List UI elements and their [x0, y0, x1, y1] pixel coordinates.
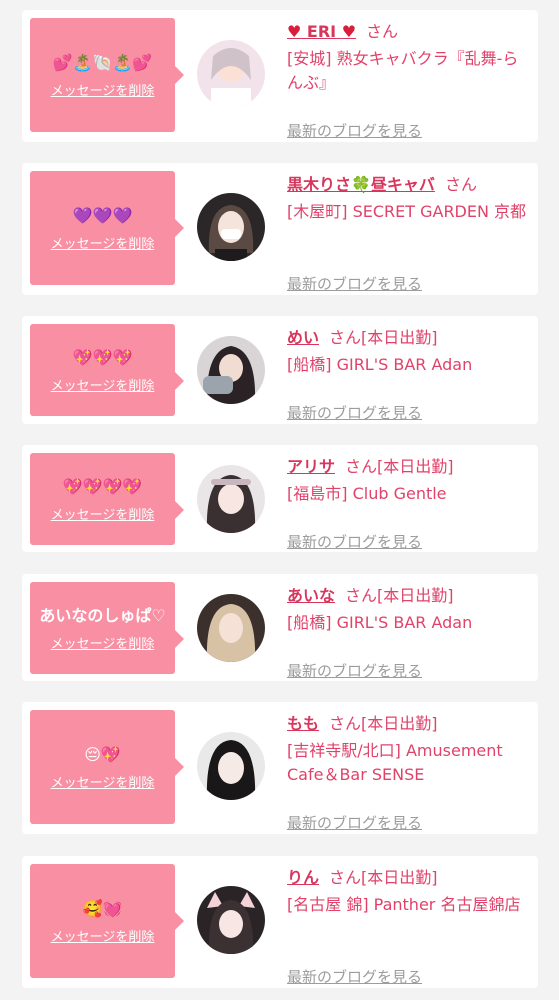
message-card: 💖💖💖💖 メッセージを削除 アリサ さん[本日出勤] [福島市] Club Gen… [22, 445, 538, 552]
name-row: ♥ ERI ♥ さん [287, 20, 532, 44]
status-badge: [本日出勤] [361, 714, 438, 733]
delete-message-link[interactable]: メッセージを削除 [51, 772, 155, 791]
avatar[interactable] [197, 40, 265, 108]
delete-message-link[interactable]: メッセージを削除 [51, 375, 155, 394]
message-text: 😔💖 [84, 744, 121, 764]
message-text: 🥰💓 [82, 898, 123, 918]
honorific: さん [366, 22, 399, 41]
message-bubble: 💖💖💖💖 メッセージを削除 [30, 453, 184, 545]
message-list: 💕🏝️🐚🏝️💕 メッセージを削除 ♥ ERI ♥ さん [安城] 熟女キャバクラ『… [0, 0, 559, 1000]
message-text: 💜💜💜 [72, 205, 133, 225]
name-row: りん さん[本日出勤] [287, 866, 532, 890]
avatar[interactable] [197, 732, 265, 800]
status-badge: [本日出勤] [377, 586, 454, 605]
card-info: 黒木りさ🍀昼キャバ さん [木屋町] SECRET GARDEN 京都 最新のブロ… [287, 173, 532, 293]
avatar[interactable] [197, 336, 265, 404]
member-name-link[interactable]: 黒木りさ🍀昼キャバ [287, 175, 435, 194]
shop-name: [安城] 熟女キャバクラ『乱舞-らんぶ』 [287, 49, 519, 92]
latest-blog-link[interactable]: 最新のブログを見る [287, 660, 422, 681]
card-info: ♥ ERI ♥ さん [安城] 熟女キャバクラ『乱舞-らんぶ』 最新のブログを見る [287, 20, 532, 140]
member-name-link[interactable]: アリサ [287, 457, 335, 476]
latest-blog-link[interactable]: 最新のブログを見る [287, 273, 422, 294]
shop-name: [吉祥寺駅/北口] Amusement Cafe＆Bar SENSE [287, 741, 503, 784]
latest-blog-link[interactable]: 最新のブログを見る [287, 402, 422, 423]
message-card: あいなのしゅぱ♡ メッセージを削除 あいな さん[本日出勤] [船橋] GIRL'… [22, 574, 538, 681]
avatar[interactable] [197, 594, 265, 662]
message-bubble: あいなのしゅぱ♡ メッセージを削除 [30, 582, 184, 674]
heart-icon: ♥ [341, 22, 357, 41]
latest-blog-link[interactable]: 最新のブログを見る [287, 120, 422, 141]
member-name-link[interactable]: りん [287, 868, 319, 887]
avatar[interactable] [197, 886, 265, 954]
message-card: 💜💜💜 メッセージを削除 黒木りさ🍀昼キャバ さん [木屋町] SECRET GA… [22, 163, 538, 295]
message-card: 😔💖 メッセージを削除 もも さん[本日出勤] [吉祥寺駅/北口] Amuseme… [22, 702, 538, 834]
message-text: あいなのしゅぱ♡ [39, 605, 166, 625]
message-card: 🥰💓 メッセージを削除 りん さん[本日出勤] [名古屋 錦] Panther 名… [22, 856, 538, 988]
message-bubble: 😔💖 メッセージを削除 [30, 710, 184, 824]
name-row: あいな さん[本日出勤] [287, 584, 532, 608]
name-row: めい さん[本日出勤] [287, 326, 532, 350]
latest-blog-link[interactable]: 最新のブログを見る [287, 812, 422, 833]
message-text: 💖💖💖 [72, 347, 133, 367]
status-badge: [本日出勤] [377, 457, 454, 476]
shop-name: [木屋町] SECRET GARDEN 京都 [287, 202, 527, 221]
heart-icon: ♥ [287, 22, 302, 41]
delete-message-link[interactable]: メッセージを削除 [51, 504, 155, 523]
card-info: りん さん[本日出勤] [名古屋 錦] Panther 名古屋錦店 最新のブログを… [287, 866, 532, 986]
status-badge: [本日出勤] [361, 328, 438, 347]
card-info: もも さん[本日出勤] [吉祥寺駅/北口] Amusement Cafe＆Bar … [287, 712, 532, 832]
honorific: さん [329, 714, 362, 733]
shop-name: [船橋] GIRL'S BAR Adan [287, 613, 473, 632]
honorific: さん [329, 328, 362, 347]
message-text: 💕🏝️🐚🏝️💕 [52, 52, 153, 72]
member-name-link[interactable]: あいな [287, 586, 335, 605]
shop-name: [名古屋 錦] Panther 名古屋錦店 [287, 895, 521, 914]
shop-name: [福島市] Club Gentle [287, 484, 447, 503]
honorific: さん [345, 586, 378, 605]
card-info: アリサ さん[本日出勤] [福島市] Club Gentle 最新のブログを見る [287, 455, 532, 551]
delete-message-link[interactable]: メッセージを削除 [51, 633, 155, 652]
shop-name: [船橋] GIRL'S BAR Adan [287, 355, 473, 374]
latest-blog-link[interactable]: 最新のブログを見る [287, 966, 422, 987]
message-bubble: 💖💖💖 メッセージを削除 [30, 324, 184, 416]
honorific: さん [329, 868, 362, 887]
card-info: あいな さん[本日出勤] [船橋] GIRL'S BAR Adan 最新のブログを… [287, 584, 532, 680]
latest-blog-link[interactable]: 最新のブログを見る [287, 531, 422, 552]
message-card: 💖💖💖 メッセージを削除 めい さん[本日出勤] [船橋] GIRL'S BAR … [22, 316, 538, 424]
delete-message-link[interactable]: メッセージを削除 [51, 233, 155, 252]
member-name: ERI [306, 22, 337, 41]
name-row: 黒木りさ🍀昼キャバ さん [287, 173, 532, 197]
message-bubble: 💜💜💜 メッセージを削除 [30, 171, 184, 285]
honorific: さん [444, 175, 477, 194]
honorific: さん [345, 457, 378, 476]
status-badge: [本日出勤] [361, 868, 438, 887]
member-name-link[interactable]: めい [287, 328, 319, 347]
avatar[interactable] [197, 465, 265, 533]
message-bubble: 💕🏝️🐚🏝️💕 メッセージを削除 [30, 18, 184, 132]
message-text: 💖💖💖💖 [62, 476, 143, 496]
delete-message-link[interactable]: メッセージを削除 [51, 80, 155, 99]
name-row: アリサ さん[本日出勤] [287, 455, 532, 479]
name-row: もも さん[本日出勤] [287, 712, 532, 736]
message-card: 💕🏝️🐚🏝️💕 メッセージを削除 ♥ ERI ♥ さん [安城] 熟女キャバクラ『… [22, 10, 538, 142]
member-name-link[interactable]: もも [287, 714, 319, 733]
member-name-link[interactable]: ♥ ERI ♥ [287, 22, 356, 41]
delete-message-link[interactable]: メッセージを削除 [51, 926, 155, 945]
message-bubble: 🥰💓 メッセージを削除 [30, 864, 184, 978]
avatar[interactable] [197, 193, 265, 261]
card-info: めい さん[本日出勤] [船橋] GIRL'S BAR Adan 最新のブログを見… [287, 326, 532, 422]
